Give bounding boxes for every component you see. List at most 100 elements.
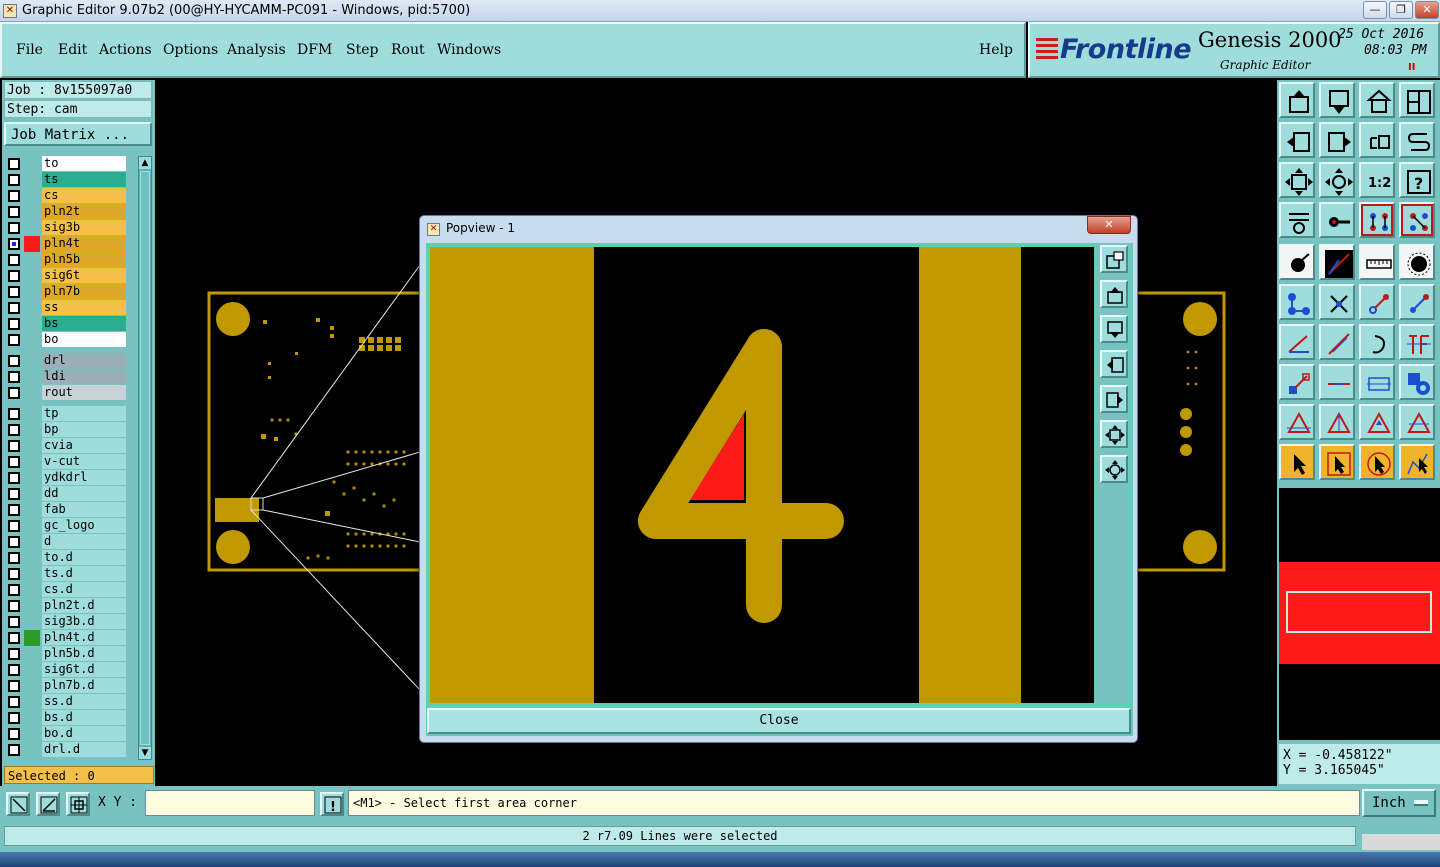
- layer-row[interactable]: pln5b.d: [6, 646, 130, 662]
- layer-color-swatch[interactable]: [24, 470, 40, 486]
- tool-measure[interactable]: [1359, 244, 1395, 280]
- menu-windows[interactable]: Windows: [437, 42, 501, 58]
- layer-row[interactable]: bo: [6, 332, 130, 348]
- layer-row[interactable]: cs: [6, 188, 130, 204]
- tool-triangle-c[interactable]: [1359, 404, 1395, 440]
- layer-row[interactable]: bp: [6, 422, 130, 438]
- popview-pan-up-tool[interactable]: [1100, 280, 1128, 308]
- layer-color-swatch[interactable]: [24, 204, 40, 220]
- layer-checkbox[interactable]: [8, 664, 20, 676]
- layer-row[interactable]: pln2t: [6, 204, 130, 220]
- layer-checkbox[interactable]: [8, 387, 20, 399]
- tool-text[interactable]: [1399, 324, 1435, 360]
- layer-name[interactable]: sig3b: [42, 220, 126, 235]
- layer-color-swatch[interactable]: [24, 369, 40, 385]
- popview-pan-right-tool[interactable]: [1100, 385, 1128, 413]
- layer-row[interactable]: bs.d: [6, 710, 130, 726]
- tool-pad-select[interactable]: [1279, 244, 1315, 280]
- layer-row[interactable]: cvia: [6, 438, 130, 454]
- layer-name[interactable]: d: [42, 534, 126, 549]
- tool-line-draw[interactable]: [1319, 244, 1355, 280]
- layer-name[interactable]: fab: [42, 502, 126, 517]
- layer-row[interactable]: d: [6, 534, 130, 550]
- layer-name[interactable]: pln2t: [42, 204, 126, 219]
- tool-redraw[interactable]: [1399, 122, 1435, 158]
- tool-key[interactable]: [1319, 202, 1355, 238]
- layer-row[interactable]: dd: [6, 486, 130, 502]
- layer-checkbox[interactable]: [8, 632, 20, 644]
- layer-name[interactable]: tp: [42, 406, 126, 421]
- layer-color-swatch[interactable]: [24, 550, 40, 566]
- tool-pan-right[interactable]: [1319, 122, 1355, 158]
- layer-row[interactable]: v-cut: [6, 454, 130, 470]
- layer-row[interactable]: gc_logo: [6, 518, 130, 534]
- tool-cross[interactable]: [1319, 284, 1355, 320]
- tool-round-pad[interactable]: [1399, 244, 1435, 280]
- mini-overview[interactable]: [1279, 488, 1440, 740]
- layer-name[interactable]: to.d: [42, 550, 126, 565]
- layer-name[interactable]: pln2t.d: [42, 598, 126, 613]
- layer-checkbox[interactable]: [8, 318, 20, 330]
- layer-name[interactable]: pln4t: [42, 236, 126, 251]
- layer-checkbox[interactable]: [8, 712, 20, 724]
- layer-checkbox[interactable]: [8, 355, 20, 367]
- layer-checkbox[interactable]: [8, 424, 20, 436]
- layer-checkbox[interactable]: [8, 520, 20, 532]
- popview-zoom-view[interactable]: [430, 247, 1094, 703]
- layer-name[interactable]: pln5b: [42, 252, 126, 267]
- layer-name[interactable]: cvia: [42, 438, 126, 453]
- layer-color-swatch[interactable]: [24, 156, 40, 172]
- layer-color-swatch[interactable]: [24, 518, 40, 534]
- tool-select-circle[interactable]: [1359, 444, 1395, 480]
- layer-name[interactable]: drl: [42, 353, 126, 368]
- layer-name[interactable]: bo: [42, 332, 126, 347]
- tool-angle[interactable]: [1279, 324, 1315, 360]
- warning-button[interactable]: !: [320, 792, 344, 816]
- layer-checkbox[interactable]: [8, 600, 20, 612]
- layer-checkbox[interactable]: [8, 744, 20, 756]
- layer-name[interactable]: cs: [42, 188, 126, 203]
- layer-row[interactable]: pln7b.d: [6, 678, 130, 694]
- layer-color-swatch[interactable]: [24, 614, 40, 630]
- popview-close-x-button[interactable]: ✕: [1087, 216, 1131, 234]
- layer-color-swatch[interactable]: [24, 694, 40, 710]
- layer-row[interactable]: sig3b: [6, 220, 130, 236]
- tool-group[interactable]: [1399, 364, 1435, 400]
- snap-angle-tool[interactable]: [36, 792, 60, 816]
- tool-split-view[interactable]: [1399, 82, 1435, 118]
- layer-name[interactable]: sig6t: [42, 268, 126, 283]
- layer-row[interactable]: pln7b: [6, 284, 130, 300]
- layer-row[interactable]: to: [6, 156, 130, 172]
- layer-name[interactable]: bo.d: [42, 726, 126, 741]
- layer-color-swatch[interactable]: [24, 726, 40, 742]
- layer-checkbox[interactable]: [8, 488, 20, 500]
- layer-color-swatch[interactable]: [24, 630, 40, 646]
- layer-name[interactable]: ldi: [42, 369, 126, 384]
- layer-color-swatch[interactable]: [24, 598, 40, 614]
- scroll-thumb[interactable]: [140, 171, 150, 745]
- tool-zoom-home[interactable]: [1279, 82, 1315, 118]
- tool-undo-view[interactable]: [1359, 122, 1395, 158]
- layer-color-swatch[interactable]: [24, 332, 40, 348]
- layer-checkbox[interactable]: [8, 190, 20, 202]
- layer-color-swatch[interactable]: [24, 566, 40, 582]
- popview-zoom-in-tool[interactable]: [1100, 455, 1128, 483]
- layer-row[interactable]: rout: [6, 385, 130, 401]
- layer-row[interactable]: fab: [6, 502, 130, 518]
- layer-row[interactable]: cs.d: [6, 582, 130, 598]
- menu-file[interactable]: File: [16, 42, 43, 58]
- layer-checkbox[interactable]: [8, 648, 20, 660]
- layer-checkbox[interactable]: [8, 286, 20, 298]
- layer-name[interactable]: bs: [42, 316, 126, 331]
- layer-name[interactable]: ss: [42, 300, 126, 315]
- layer-name[interactable]: pln7b.d: [42, 678, 126, 693]
- layer-row[interactable]: bo.d: [6, 726, 130, 742]
- layer-row[interactable]: ts.d: [6, 566, 130, 582]
- layer-name[interactable]: rout: [42, 385, 126, 400]
- layer-name[interactable]: sig6t.d: [42, 662, 126, 677]
- scroll-up-icon[interactable]: ▲: [139, 157, 151, 169]
- layer-checkbox[interactable]: [8, 584, 20, 596]
- layer-checkbox[interactable]: [8, 568, 20, 580]
- layer-row[interactable]: ts: [6, 172, 130, 188]
- tool-settings[interactable]: [1279, 202, 1315, 238]
